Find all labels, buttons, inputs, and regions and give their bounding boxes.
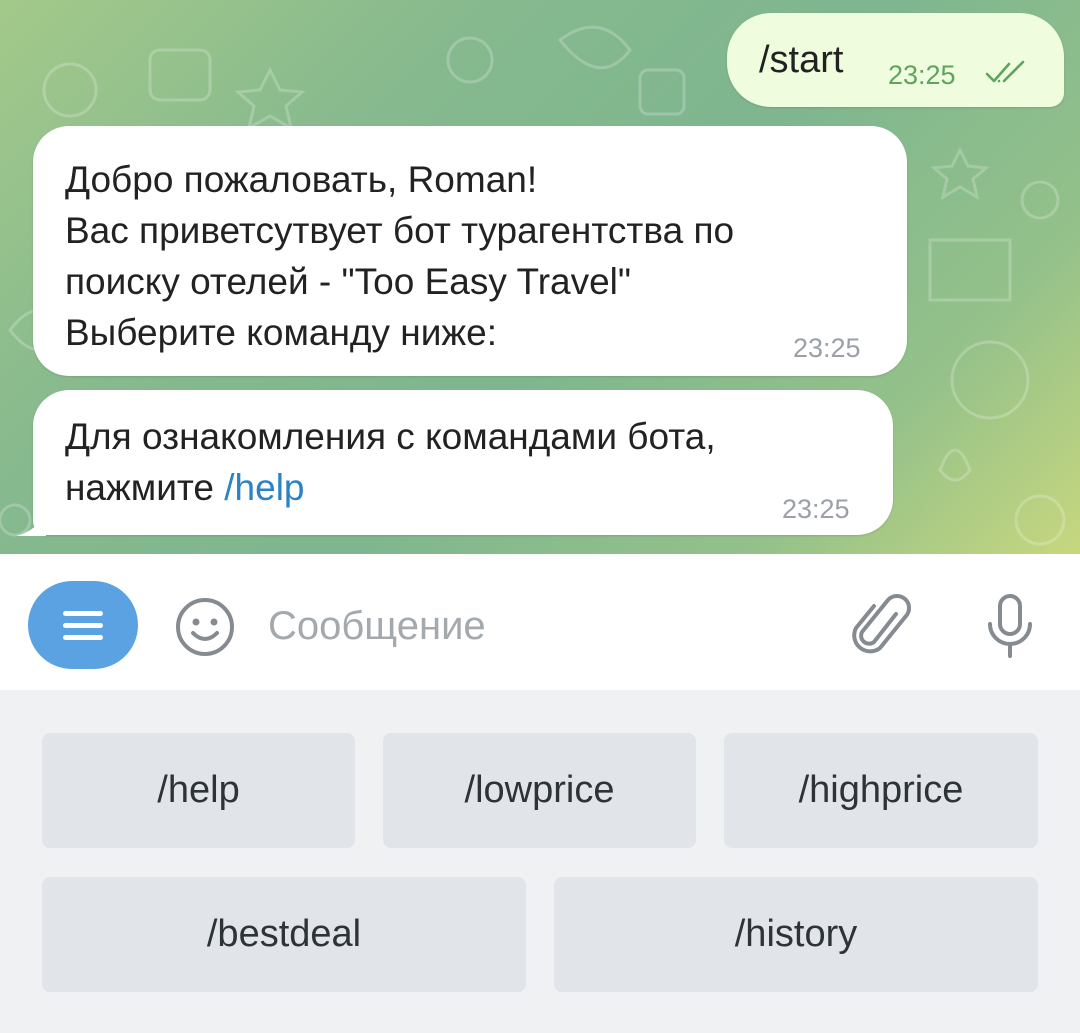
menu-icon [63,611,103,647]
microphone-icon[interactable] [982,592,1038,662]
message-input[interactable] [268,600,828,652]
emoji-icon[interactable] [174,596,236,658]
help-hint-line-1: Для ознакомления с командами бота, [65,416,716,457]
keyboard-button-lowprice[interactable]: /lowprice [383,733,696,848]
welcome-line-4: Выберите команду ниже: [65,312,497,353]
double-check-icon [985,60,1025,83]
paperclip-icon[interactable] [852,592,914,660]
keyboard-button-help[interactable]: /help [42,733,355,848]
help-hint-prefix: нажмите [65,467,225,508]
bot-menu-button[interactable] [28,581,138,669]
keyboard-button-bestdeal[interactable]: /bestdeal [42,877,526,992]
help-command-link[interactable]: /help [224,467,304,508]
welcome-message[interactable]: Добро пожаловать, Roman! Вас приветсутву… [33,126,907,376]
help-hint-message[interactable]: Для ознакомления с командами бота, нажми… [33,390,893,535]
welcome-line-1: Добро пожаловать, Roman! [65,159,538,200]
message-composer [0,554,1080,690]
help-hint-line-2: нажмите /help [65,462,716,513]
help-hint-message-time: 23:25 [782,494,850,524]
welcome-line-3: поиску отелей - "Too Easy Travel" [65,261,632,302]
chat-area: /start 23:25 Добро пожаловать, Roman! Ва… [0,0,1080,554]
outgoing-message-text: /start [759,39,844,81]
reply-keyboard: /help /lowprice /highprice /bestdeal /hi… [0,690,1080,1033]
welcome-line-2: Вас приветсутвует бот турагентства по [65,210,735,251]
welcome-message-time: 23:25 [793,333,861,363]
message-tail [16,512,46,536]
keyboard-button-history[interactable]: /history [554,877,1038,992]
keyboard-button-highprice[interactable]: /highprice [724,733,1038,848]
outgoing-message-time: 23:25 [888,60,956,90]
